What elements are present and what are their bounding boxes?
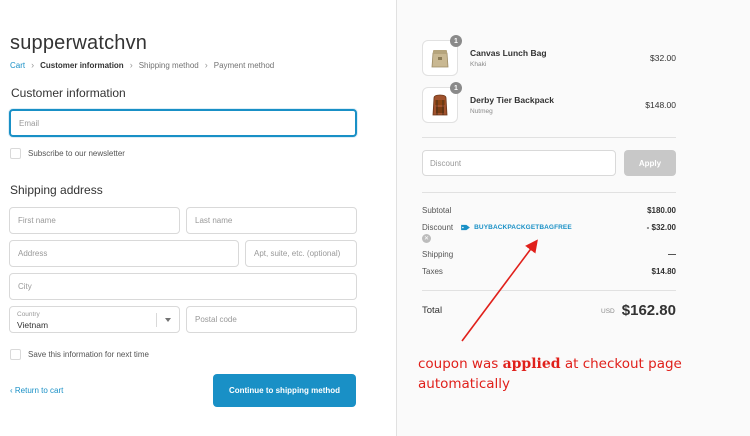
shipping-row: Shipping — — [422, 250, 676, 259]
postal-code-input[interactable] — [187, 307, 356, 332]
breadcrumb-separator: › — [31, 60, 35, 70]
last-name-input[interactable] — [187, 208, 356, 233]
taxes-label: Taxes — [422, 267, 443, 276]
quantity-badge: 1 — [450, 35, 462, 47]
newsletter-checkbox-row[interactable]: Subscribe to our newsletter — [10, 148, 125, 159]
product-variant: Nutmeg — [470, 108, 493, 115]
country-select[interactable]: Country Vietnam — [9, 306, 180, 333]
checkout-main-panel: supperwatchvn Cart › Customer informatio… — [0, 0, 396, 436]
lunch-bag-icon — [431, 50, 449, 68]
total-row: Total USD $162.80 — [422, 302, 676, 319]
breadcrumb-cart[interactable]: Cart — [10, 61, 25, 70]
taxes-row: Taxes $14.80 — [422, 267, 676, 276]
apt-field[interactable] — [245, 240, 357, 267]
currency-code: USD — [601, 308, 615, 315]
taxes-value: $14.80 — [651, 267, 676, 276]
customer-information-heading: Customer information — [11, 86, 126, 100]
apt-input[interactable] — [246, 241, 356, 266]
product-variant: Khaki — [470, 61, 487, 68]
discount-code: BUYBACKPACKGETBAGFREE — [474, 224, 572, 231]
subtotal-value: $180.00 — [647, 206, 676, 215]
total-value: $162.80 — [621, 302, 676, 319]
return-to-cart-link[interactable]: ‹ Return to cart — [10, 386, 63, 395]
address-field[interactable] — [9, 240, 239, 267]
newsletter-checkbox[interactable] — [10, 148, 21, 159]
annotation-part1: coupon was — [418, 356, 503, 372]
backpack-icon — [432, 94, 448, 116]
discount-field[interactable] — [422, 150, 616, 176]
divider — [422, 290, 676, 291]
product-price: $148.00 — [645, 100, 676, 110]
product-info: Canvas Lunch Bag Khaki — [470, 48, 650, 68]
postal-code-field[interactable] — [186, 306, 357, 333]
country-value: Vietnam — [17, 320, 49, 330]
discount-row: Discount BUYBACKPACKGETBAGFREE - $32.00 — [422, 223, 676, 232]
annotation-bold: applied — [502, 356, 561, 372]
store-title[interactable]: supperwatchvn — [10, 32, 147, 55]
tag-icon — [461, 224, 470, 231]
discount-label: Discount — [422, 223, 454, 232]
annotation-text: coupon was applied at checkout page auto… — [418, 354, 718, 394]
discount-code-tag: BUYBACKPACKGETBAGFREE — [461, 224, 572, 231]
divider — [422, 192, 676, 193]
product-thumbnail: 1 — [422, 82, 462, 123]
subtotal-row: Subtotal $180.00 — [422, 206, 676, 215]
last-name-field[interactable] — [186, 207, 357, 234]
chevron-down-icon[interactable] — [165, 318, 171, 322]
email-input[interactable] — [11, 111, 355, 135]
product-name: Derby Tier Backpack — [470, 95, 554, 105]
divider — [422, 137, 676, 138]
breadcrumb: Cart › Customer information › Shipping m… — [10, 60, 274, 70]
quantity-badge: 1 — [450, 82, 462, 94]
product-row: 1 Canvas Lunch Bag Khaki $32.00 — [422, 35, 676, 76]
email-field[interactable] — [9, 109, 357, 137]
save-info-checkbox-row[interactable]: Save this information for next time — [10, 349, 149, 360]
continue-to-shipping-button[interactable]: Continue to shipping method — [213, 374, 356, 407]
shipping-value: — — [668, 250, 676, 259]
subtotal-label: Subtotal — [422, 206, 452, 215]
breadcrumb-separator: › — [204, 60, 208, 70]
first-name-input[interactable] — [10, 208, 179, 233]
product-name: Canvas Lunch Bag — [470, 48, 547, 58]
discount-input[interactable] — [423, 151, 615, 175]
return-to-cart-label: Return to cart — [14, 386, 64, 395]
country-label: Country — [17, 311, 40, 318]
breadcrumb-shipping-method: Shipping method — [138, 60, 199, 70]
product-thumbnail: 1 — [422, 35, 462, 76]
address-input[interactable] — [10, 241, 238, 266]
total-amount: USD $162.80 — [601, 302, 676, 319]
shipping-address-heading: Shipping address — [10, 183, 103, 197]
shipping-label: Shipping — [422, 250, 454, 259]
product-price: $32.00 — [650, 53, 676, 63]
breadcrumb-customer-information: Customer information — [40, 60, 124, 70]
select-divider — [156, 313, 157, 327]
discount-value: - $32.00 — [646, 223, 676, 232]
city-field[interactable] — [9, 273, 357, 300]
remove-discount-icon[interactable]: ✕ — [422, 234, 431, 243]
product-row: 1 Derby Tier Backpack Nutmeg $148.00 — [422, 82, 676, 123]
breadcrumb-separator: › — [129, 60, 133, 70]
newsletter-label: Subscribe to our newsletter — [28, 149, 125, 158]
apply-discount-button[interactable]: Apply — [624, 150, 676, 176]
breadcrumb-payment-method: Payment method — [213, 60, 275, 70]
product-info: Derby Tier Backpack Nutmeg — [470, 95, 645, 115]
total-label: Total — [422, 305, 443, 316]
first-name-field[interactable] — [9, 207, 180, 234]
save-info-checkbox[interactable] — [10, 349, 21, 360]
save-info-label: Save this information for next time — [28, 350, 149, 359]
city-input[interactable] — [10, 274, 356, 299]
